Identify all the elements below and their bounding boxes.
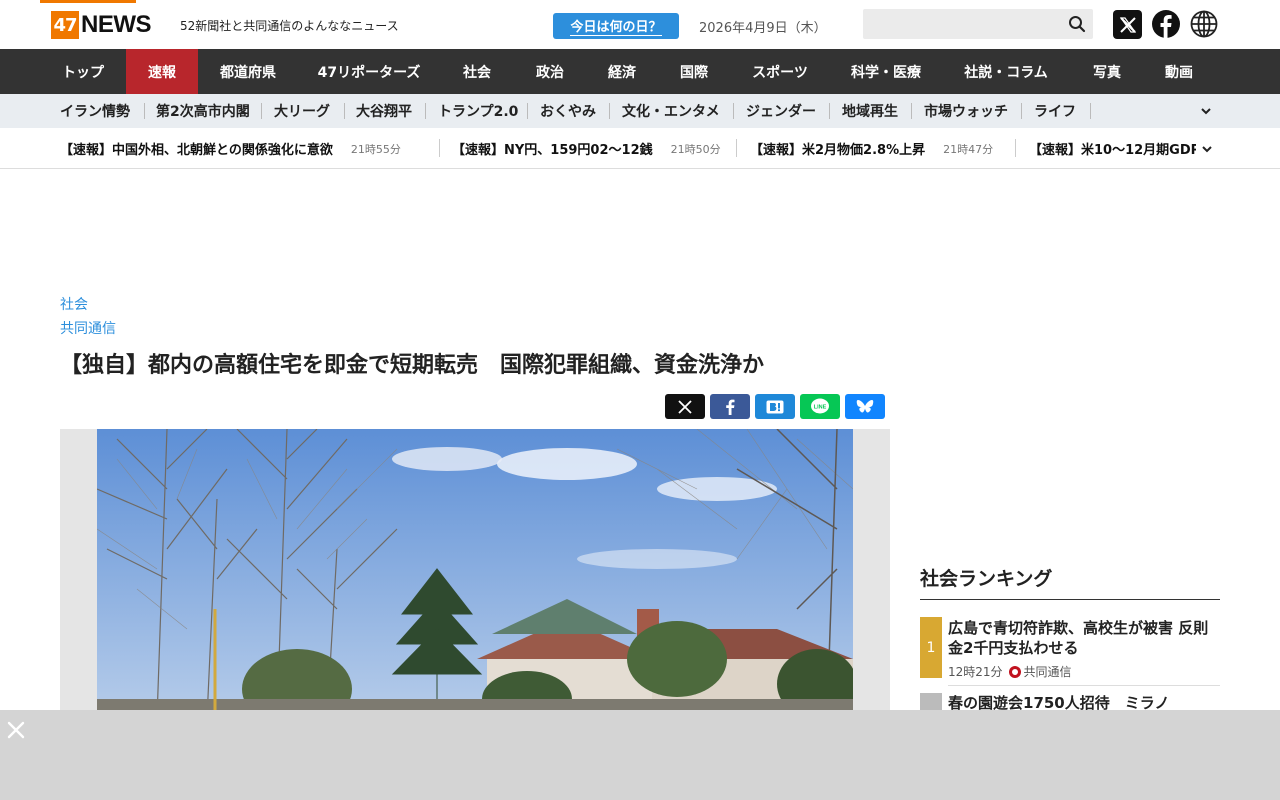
topic-item-ohtani[interactable]: 大谷翔平 (356, 94, 412, 128)
svg-text:LINE: LINE (814, 404, 827, 410)
share-facebook-button[interactable] (710, 394, 750, 419)
topic-item-culture[interactable]: 文化・エンタメ (622, 94, 720, 128)
nav-item-international[interactable]: 国際 (658, 49, 730, 94)
article-category[interactable]: 社会 (60, 294, 88, 314)
share-bluesky-button[interactable] (845, 394, 885, 419)
topic-item-life[interactable]: ライフ (1034, 94, 1076, 128)
ticker-headline: 【速報】中国外相、北朝鮮との関係強化に意欲 (60, 143, 333, 158)
ticker-headline: 【速報】米2月物価2.8%上昇 (750, 143, 926, 158)
ranking-item-meta: 12時21分 共同通信 (948, 663, 1072, 680)
nav-item-breaking[interactable]: 速報 (126, 49, 198, 94)
search-icon[interactable] (1067, 14, 1087, 34)
kyodo-logo-icon (1008, 665, 1021, 678)
topic-divider (1021, 103, 1022, 119)
nav-item-videos[interactable]: 動画 (1144, 49, 1214, 94)
x-twitter-icon[interactable] (1113, 10, 1142, 39)
topic-divider (527, 103, 528, 119)
article-source[interactable]: 共同通信 (60, 318, 116, 338)
today-button-label: 今日は何の日？ (570, 16, 662, 36)
topic-divider (344, 103, 345, 119)
x-twitter-icon (678, 399, 692, 414)
nav-item-47reporters[interactable]: 47リポーターズ (298, 49, 440, 94)
ticker-time: 21時50分 (670, 142, 721, 156)
topic-item-takaichi-cabinet[interactable]: 第2次高市内閣 (156, 94, 250, 128)
line-icon: LINE (811, 398, 829, 413)
ticker-item[interactable]: 【速報】米2月物価2.8%上昇 21時47分 (750, 128, 994, 168)
topic-item-mlb[interactable]: 大リーグ (274, 94, 330, 128)
facebook-icon[interactable] (1152, 10, 1180, 38)
hatena-bookmark-icon (766, 400, 784, 413)
nav-item-prefectures[interactable]: 都道府県 (198, 49, 298, 94)
topic-item-trump[interactable]: トランプ2.0 (438, 94, 518, 128)
nav-item-politics[interactable]: 政治 (514, 49, 586, 94)
topic-item-gender[interactable]: ジェンダー (746, 94, 816, 128)
ticker-headline: 【速報】NY円、159円02〜12銭 (452, 143, 653, 158)
rank-number-badge: 1 (920, 617, 942, 678)
ranking-title: 社会ランキング (920, 568, 1053, 590)
ticker-divider (1015, 139, 1016, 157)
share-hatena-button[interactable] (755, 394, 795, 419)
share-x-button[interactable] (665, 394, 705, 419)
topic-divider (425, 103, 426, 119)
nav-item-society[interactable]: 社会 (440, 49, 514, 94)
topic-divider (261, 103, 262, 119)
ticker-headline: 【速報】米10〜12月期GDP (1029, 143, 1201, 158)
logo-text: NEWS (81, 11, 152, 38)
site-logo: 47 NEWS (51, 11, 152, 39)
ranking-title-rule (920, 599, 1220, 600)
article-photo-frame (60, 429, 890, 719)
ranking-item-time: 12時21分 (948, 665, 1003, 679)
nav-item-top[interactable]: トップ (40, 49, 126, 94)
ticker-item[interactable]: 【速報】中国外相、北朝鮮との関係強化に意欲 21時55分 (60, 128, 401, 168)
ticker-item[interactable]: 【速報】NY円、159円02〜12銭 21時50分 (452, 128, 721, 168)
topic-divider (733, 103, 734, 119)
close-icon[interactable] (6, 720, 26, 740)
nav-item-photos[interactable]: 写真 (1070, 49, 1144, 94)
article-headline: 【独自】都内の高額住宅を即金で短期転売 国際犯罪組織、資金洗浄か (60, 353, 765, 378)
bluesky-icon (856, 399, 874, 412)
ticker-divider (439, 139, 440, 157)
topic-divider (911, 103, 912, 119)
ranking-divider (948, 685, 1220, 686)
topic-divider (829, 103, 830, 119)
bottom-ad-overlay (0, 710, 1280, 800)
nav-item-science-medical[interactable]: 科学・医療 (830, 49, 942, 94)
ranking-item-title[interactable]: 春の園遊会1750人招待 ミラノ (948, 693, 1218, 710)
site-header: 47 NEWS 52新聞社と共同通信のよんななニュース 今日は何の日？ 2026… (0, 0, 1280, 49)
topic-navigation: イラン情勢 第2次高市内閣 大リーグ 大谷翔平 トランプ2.0 おくやみ 文化・… (0, 94, 1280, 128)
globe-icon[interactable] (1190, 10, 1218, 38)
topic-divider (1090, 103, 1091, 119)
topic-divider (144, 103, 145, 119)
chevron-down-icon[interactable] (1199, 104, 1213, 118)
nav-item-sports[interactable]: スポーツ (730, 49, 830, 94)
chevron-down-icon[interactable] (1200, 142, 1214, 156)
today-in-history-button[interactable]: 今日は何の日？ (553, 13, 679, 39)
logo-link[interactable]: 47 NEWS (40, 0, 152, 49)
ticker-time: 21時47分 (943, 142, 994, 156)
topic-item-regional[interactable]: 地域再生 (842, 94, 898, 128)
site-tagline: 52新聞社と共同通信のよんななニュース (180, 19, 399, 33)
topic-item-iran[interactable]: イラン情勢 (60, 94, 130, 128)
current-date: 2026年4月9日（木） (699, 21, 827, 36)
facebook-icon (726, 399, 735, 415)
rank-number-badge (920, 693, 942, 710)
main-navigation: トップ 速報 都道府県 47リポーターズ 社会 政治 経済 国際 スポーツ 科学… (0, 49, 1280, 94)
breaking-news-ticker: 【速報】中国外相、北朝鮮との関係強化に意欲 21時55分 【速報】NY円、159… (0, 128, 1280, 169)
ticker-time: 21時55分 (350, 142, 401, 156)
topic-divider (609, 103, 610, 119)
ranking-item-source: 共同通信 (1023, 665, 1072, 679)
nav-item-economy[interactable]: 経済 (586, 49, 658, 94)
ticker-divider (736, 139, 737, 157)
article-photo-image (97, 429, 853, 719)
topic-item-market[interactable]: 市場ウォッチ (924, 94, 1008, 128)
nav-item-editorial-column[interactable]: 社説・コラム (942, 49, 1070, 94)
logo-number: 47 (51, 11, 79, 39)
ranking-item-title[interactable]: 広島で青切符詐欺、高校生が被害 反則金2千円支払わせる (948, 618, 1218, 658)
search-box[interactable] (863, 9, 1093, 39)
ticker-item[interactable]: 【速報】米10〜12月期GDP (1029, 128, 1201, 168)
logo-accent-bar (40, 0, 136, 3)
share-line-button[interactable]: LINE (800, 394, 840, 419)
topic-item-obituaries[interactable]: おくやみ (540, 94, 596, 128)
article-photo[interactable] (97, 429, 853, 719)
